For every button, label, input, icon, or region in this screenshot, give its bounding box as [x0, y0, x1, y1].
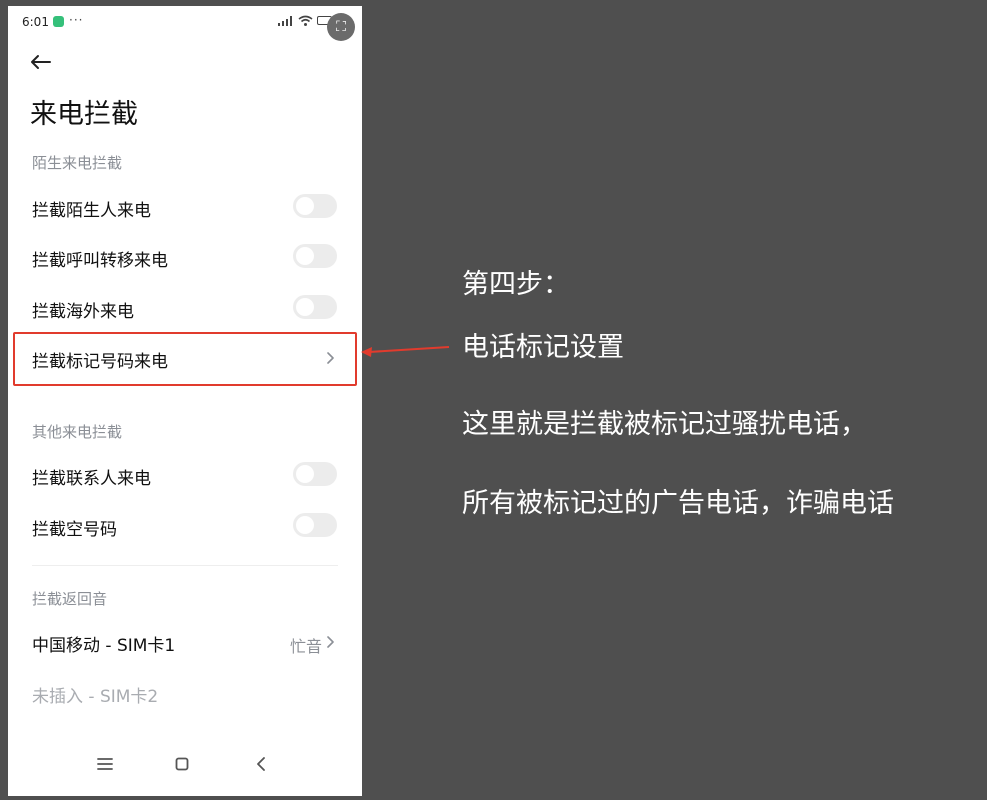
annotation-line1: 电话标记设置	[462, 332, 624, 363]
highlight-box	[13, 332, 357, 386]
toggle-block-overseas[interactable]	[293, 295, 337, 319]
section-divider	[32, 565, 338, 566]
chevron-right-icon	[327, 636, 334, 648]
home-icon[interactable]	[169, 751, 195, 777]
sim1-return-tone-value: 忙音	[289, 637, 322, 656]
page-title: 来电拦截	[30, 99, 138, 130]
floating-window-icon[interactable]: ⛶	[327, 13, 355, 41]
row-block-empty-numbers[interactable]: 拦截空号码	[32, 515, 117, 540]
phone-screen: 6:01 ··· ⛶ 来电拦截 陌生来电拦截 拦截陌生人来电 拦截呼叫转移来电 …	[8, 6, 362, 796]
section-label-return-tone: 拦截返回音	[32, 590, 108, 608]
annotation-line3: 所有被标记过的广告电话，诈骗电话	[462, 488, 894, 519]
signal-icon	[278, 16, 292, 26]
annotation-step: 第四步：	[462, 269, 570, 300]
toggle-block-contacts[interactable]	[293, 462, 337, 486]
wifi-icon	[298, 15, 313, 26]
status-bar: 6:01 ··· ⛶	[8, 6, 362, 41]
row-sim1-return-tone[interactable]: 中国移动 - SIM卡1	[32, 631, 175, 656]
row-block-forwarded[interactable]: 拦截呼叫转移来电	[32, 246, 168, 271]
pointer-arrow-icon	[361, 346, 450, 357]
menu-icon[interactable]	[92, 751, 118, 777]
status-time: 6:01	[22, 15, 49, 29]
section-label-stranger: 陌生来电拦截	[32, 154, 123, 172]
row-block-strangers[interactable]: 拦截陌生人来电	[32, 196, 151, 221]
row-block-overseas[interactable]: 拦截海外来电	[32, 297, 134, 322]
toggle-block-strangers[interactable]	[293, 194, 337, 218]
toggle-block-forwarded[interactable]	[293, 244, 337, 268]
back-arrow-icon[interactable]	[28, 52, 54, 72]
row-block-contacts[interactable]: 拦截联系人来电	[32, 464, 151, 489]
app-notification-icon	[53, 16, 64, 27]
annotation-line2: 这里就是拦截被标记过骚扰电话，	[462, 409, 867, 440]
navigation-bar	[8, 751, 362, 795]
row-sim2-return-tone: 未插入 - SIM卡2	[32, 687, 159, 707]
more-icon: ···	[69, 13, 84, 27]
section-label-other: 其他来电拦截	[32, 423, 123, 441]
back-icon[interactable]	[248, 751, 274, 777]
toggle-block-empty-numbers[interactable]	[293, 513, 337, 537]
